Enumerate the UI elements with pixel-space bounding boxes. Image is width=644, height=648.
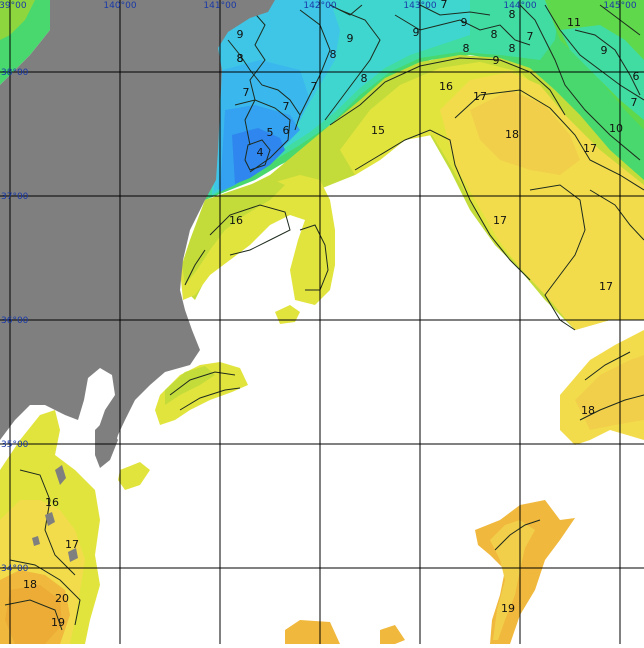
longitude-label: 143°00 xyxy=(403,1,436,11)
isotherm-value-label: 17 xyxy=(473,90,487,103)
isotherm-value-label: 8 xyxy=(330,48,337,61)
latitude-label: 35°00 xyxy=(1,440,29,450)
latitude-label: 38°00 xyxy=(1,68,29,78)
isotherm-value-label: 7 xyxy=(631,96,638,109)
isotherm-value-label: 16 xyxy=(439,80,453,93)
map-canvas: 139°00140°00141°00142°00143°00144°00145°… xyxy=(0,0,644,644)
isotherm-value-label: 9 xyxy=(347,32,354,45)
isotherm-value-label: 9 xyxy=(601,44,608,57)
longitude-label: 141°00 xyxy=(203,1,236,11)
isotherm-value-label: 16 xyxy=(45,496,59,509)
latitude-label: 34°00 xyxy=(1,564,29,574)
isotherm-value-label: 18 xyxy=(505,128,519,141)
sea-surface-temperature-map: 139°00140°00141°00142°00143°00144°00145°… xyxy=(0,0,644,644)
isotherm-value-label: 8 xyxy=(361,72,368,85)
isotherm-value-label: 7 xyxy=(527,30,534,43)
isotherm-value-label: 18 xyxy=(581,404,595,417)
isotherm-value-label: 9 xyxy=(461,16,468,29)
longitude-label: 145°00 xyxy=(603,1,636,11)
isotherm-value-label: 10 xyxy=(609,122,623,135)
isotherm-value-label: 18 xyxy=(23,578,37,591)
isotherm-value-label: 7 xyxy=(283,100,290,113)
isotherm-value-label: 19 xyxy=(51,616,65,629)
isotherm-value-label: 15 xyxy=(371,124,385,137)
latitude-label: 37°00 xyxy=(1,192,29,202)
isotherm-value-label: 8 xyxy=(463,42,470,55)
longitude-label: 140°00 xyxy=(103,1,136,11)
isotherm-value-label: 4 xyxy=(257,146,264,159)
longitude-label: 139°00 xyxy=(0,1,27,11)
isotherm-value-label: 7 xyxy=(441,0,448,11)
isotherm-value-label: 6 xyxy=(633,70,640,83)
isotherm-value-label: 19 xyxy=(501,602,515,615)
isotherm-value-label: 7 xyxy=(311,80,318,93)
isotherm-value-label: 20 xyxy=(55,592,69,605)
isotherm-value-label: 9 xyxy=(237,28,244,41)
isotherm-value-label: 16 xyxy=(229,214,243,227)
isotherm-value-label: 8 xyxy=(509,42,516,55)
isotherm-value-label: 17 xyxy=(65,538,79,551)
isotherm-value-label: 11 xyxy=(567,16,581,29)
isotherm-value-label: 6 xyxy=(283,124,290,137)
isotherm-value-label: 9 xyxy=(493,54,500,67)
isotherm-value-label: 8 xyxy=(491,28,498,41)
isotherm-value-label: 9 xyxy=(413,26,420,39)
isotherm-value-label: 17 xyxy=(599,280,613,293)
isotherm-value-label: 5 xyxy=(267,126,274,139)
isotherm-value-label: 7 xyxy=(243,86,250,99)
isotherm-value-label: 17 xyxy=(583,142,597,155)
latitude-label: 36°00 xyxy=(1,316,29,326)
isotherm-value-label: 17 xyxy=(493,214,507,227)
longitude-label: 142°00 xyxy=(303,1,336,11)
isotherm-value-label: 8 xyxy=(509,8,516,21)
isotherm-value-label: 8 xyxy=(237,52,244,65)
